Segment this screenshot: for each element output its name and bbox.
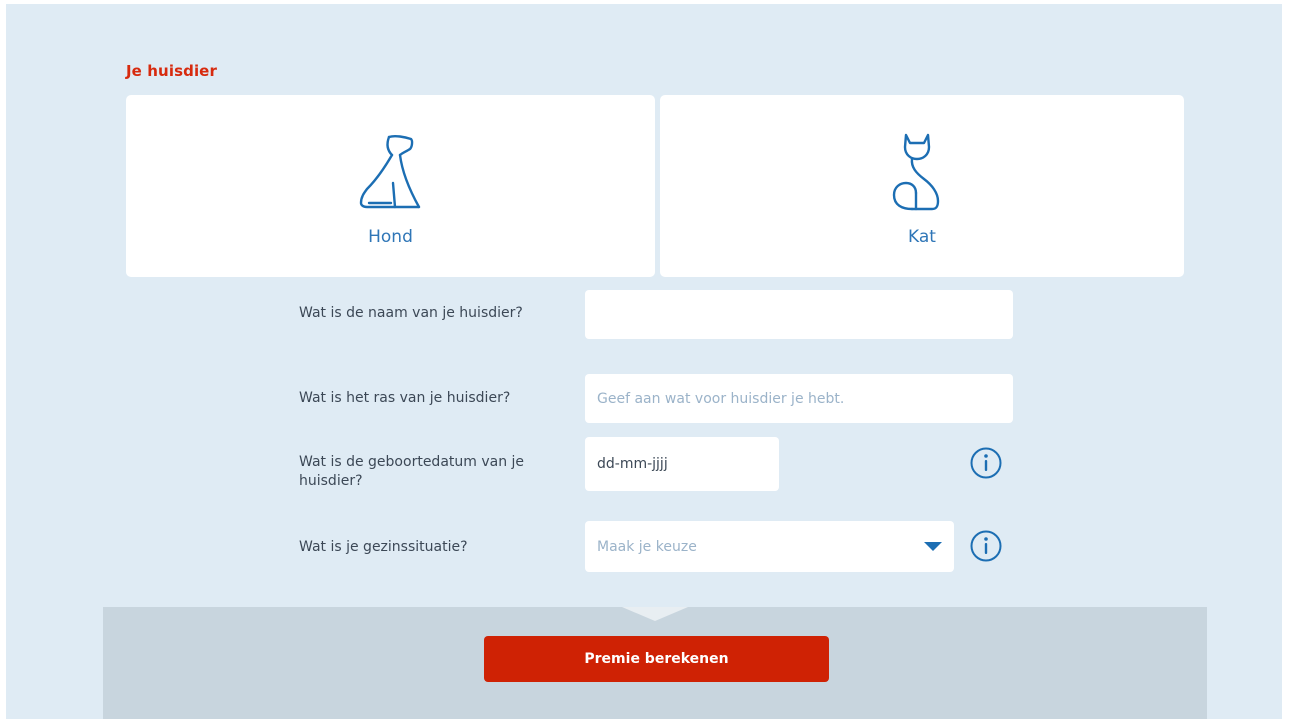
pet-name-input[interactable] — [585, 290, 1013, 339]
calculate-footer: Premie berekenen — [103, 607, 1207, 719]
page: Je huisdier Hond Kat Wat is de naam van … — [0, 0, 1289, 719]
cat-icon — [892, 133, 940, 211]
chevron-down-icon — [924, 542, 942, 551]
pet-birthdate-label: Wat is de geboortedatum van je huisdier? — [299, 454, 525, 489]
family-situation-select[interactable]: Maak je keuze — [585, 521, 954, 572]
pet-label-cat: Kat — [908, 227, 936, 247]
pet-name-label: Wat is de naam van je huisdier? — [299, 305, 523, 321]
pet-option-cat[interactable]: Kat — [660, 95, 1184, 277]
pet-breed-input[interactable]: Geef aan wat voor huisdier je hebt. — [585, 374, 1013, 423]
family-situation-placeholder: Maak je keuze — [597, 538, 697, 555]
section-title: Je huisdier — [126, 62, 217, 80]
pet-option-dog[interactable]: Hond — [126, 95, 655, 277]
family-situation-label: Wat is je gezinssituatie? — [299, 539, 468, 555]
pet-birthdate-input[interactable]: dd-mm-jjjj — [585, 437, 779, 491]
footer-notch — [622, 607, 688, 621]
info-icon[interactable] — [970, 447, 1002, 479]
dog-icon — [359, 134, 421, 209]
calculate-premium-button[interactable]: Premie berekenen — [484, 636, 829, 682]
pet-label-dog: Hond — [368, 227, 413, 247]
info-icon[interactable] — [970, 530, 1002, 562]
pet-breed-label: Wat is het ras van je huisdier? — [299, 390, 511, 406]
